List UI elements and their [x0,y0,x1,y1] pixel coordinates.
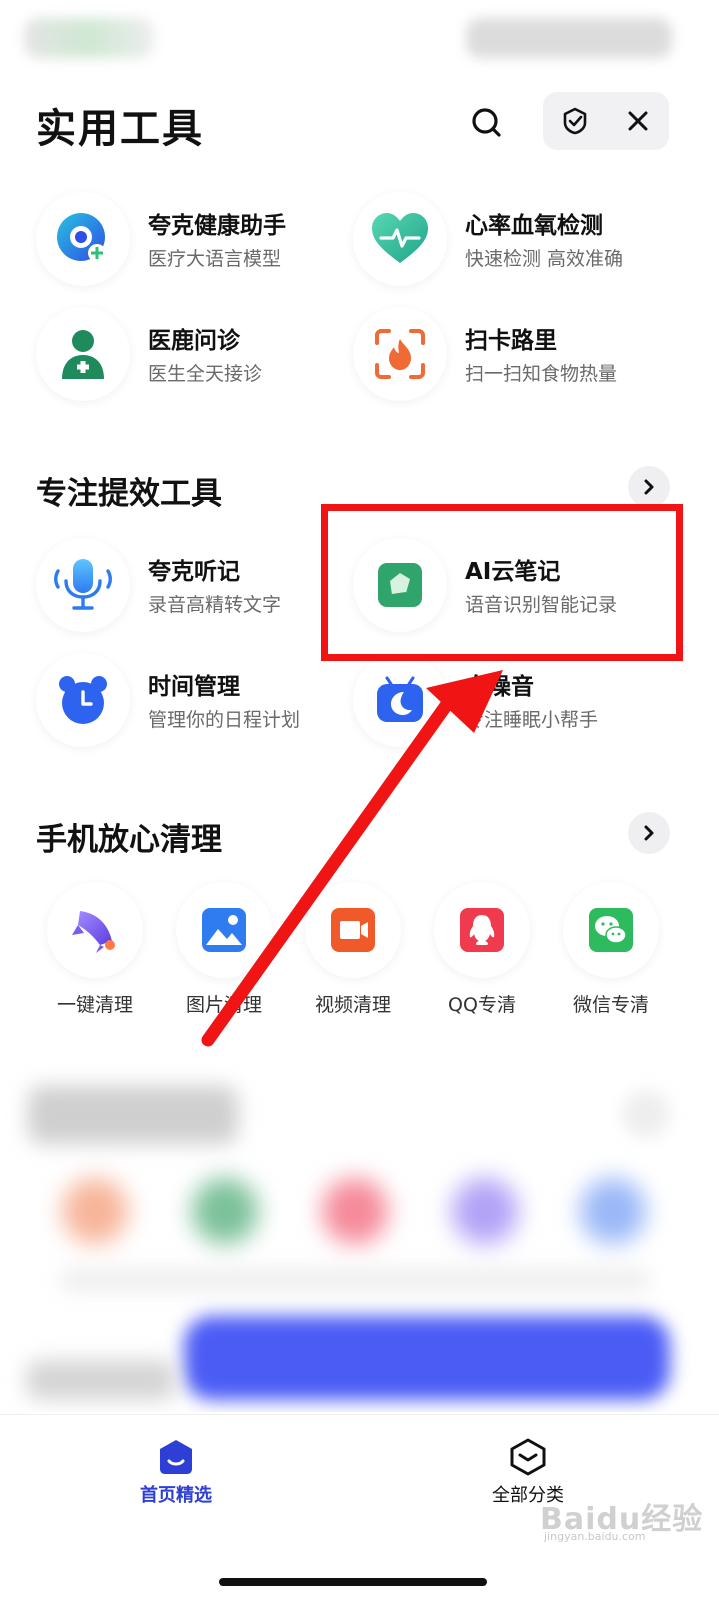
doctor-icon [62,330,104,379]
white-noise-icon [377,676,423,722]
clean-icon-wrap [47,882,143,978]
blurred-item-orange [62,1178,128,1244]
tool-desc: 医疗大语言模型 [148,248,282,270]
clean-icon-wrap [563,882,659,978]
section-title-focus: 专注提效工具 [36,476,222,512]
tool-white-noise[interactable]: 白噪音 专注睡眠小帮手 [353,653,673,753]
tool-heart-rate[interactable]: 心率血氧检测 快速检测 高效准确 [353,192,673,292]
tool-health-assistant[interactable]: 夸克健康助手 医疗大语言模型 [36,192,356,292]
tool-icon-wrap [353,538,447,632]
tool-name: 扫卡路里 [465,328,557,354]
blurred-labels [60,1270,650,1290]
blurred-more [622,1090,670,1138]
rocket-icon [72,911,115,953]
page-title: 实用工具 [36,106,204,152]
shield-check-icon [563,107,586,135]
tool-desc: 医生全天接诊 [148,363,263,385]
tool-icon-wrap [36,538,130,632]
blurred-bottom-text [26,1360,176,1400]
blurred-item-purple [452,1178,518,1244]
tab-icon-wrap [154,1435,198,1479]
tab-home[interactable]: 首页精选 [96,1435,256,1515]
focus-more-button[interactable] [628,466,670,508]
wechat-icon [589,908,633,952]
mini-app-capsule [543,92,669,150]
video-icon [331,908,375,952]
tool-time-management[interactable]: 时间管理 管理你的日程计划 [36,653,356,753]
clean-item-label: 图片清理 [185,994,262,1016]
tool-name: 白噪音 [465,674,534,700]
close-button[interactable] [606,92,669,150]
clean-item-label: 一键清理 [56,994,133,1016]
tool-name: 心率血氧检测 [465,213,603,239]
tool-icon-wrap [36,192,130,286]
tab-label: 首页精选 [140,1485,212,1506]
tool-doctor[interactable]: 医鹿问诊 医生全天接诊 [36,307,356,407]
tool-icon-wrap [353,192,447,286]
clean-icon-wrap [434,882,530,978]
clean-item-qq[interactable]: QQ专清 [429,882,539,1022]
status-bar [0,0,719,70]
category-icon [510,1438,546,1476]
baidu-watermark: Baidu经验 jingyan.baidu.com [540,1492,710,1548]
header: 实用工具 [0,88,719,154]
tool-icon-wrap [36,307,130,401]
tool-desc: 扫一扫知食物热量 [465,363,618,385]
close-icon [628,111,647,131]
tool-name: 时间管理 [148,674,240,700]
home-icon [160,1440,192,1474]
tool-icon-wrap [353,307,447,401]
status-time-blur [24,18,154,58]
tool-icon-wrap [353,653,447,747]
chevron-right-icon [644,825,654,841]
section-title-clean: 手机放心清理 [36,822,222,858]
note-icon [378,563,422,607]
tool-name: 医鹿问诊 [148,328,240,354]
blurred-item-blue [580,1178,646,1244]
clean-more-button[interactable] [628,812,670,854]
clean-item-label: QQ专清 [448,994,516,1016]
clean-item-one-key[interactable]: 一键清理 [42,882,152,1022]
health-assistant-icon [57,213,106,262]
tool-ai-notes[interactable]: AI云笔记 语音识别智能记录 [353,538,673,638]
search-icon [472,108,501,137]
tab-icon-wrap [506,1435,550,1479]
tool-desc: 专注睡眠小帮手 [465,709,599,731]
tool-calorie-scan[interactable]: 扫卡路里 扫一扫知食物热量 [353,307,673,407]
shield-button[interactable] [543,92,606,150]
image-icon [202,908,246,952]
tool-desc: 录音高精转文字 [148,594,282,616]
clean-item-images[interactable]: 图片清理 [171,882,281,1022]
blurred-banner [184,1316,670,1400]
chevron-right-icon [644,479,654,495]
blurred-content [0,1060,719,1412]
heart-rate-icon [372,213,428,263]
search-button[interactable] [466,102,506,142]
clean-item-label: 视频清理 [314,994,391,1016]
clean-icon-wrap [305,882,401,978]
tool-desc: 管理你的日程计划 [148,709,301,731]
clean-item-videos[interactable]: 视频清理 [300,882,410,1022]
calorie-scan-icon [375,329,425,379]
tool-quark-listen[interactable]: 夸克听记 录音高精转文字 [36,538,356,638]
blurred-title [28,1086,238,1144]
clean-item-label: 微信专清 [572,994,649,1016]
tool-desc: 快速检测 高效准确 [465,248,624,270]
tool-icon-wrap [36,653,130,747]
watermark-sub: jingyan.baidu.com [544,1530,646,1543]
tool-desc: 语音识别智能记录 [465,594,618,616]
alarm-clock-icon [59,676,107,724]
microphone-icon [54,559,112,610]
status-icons-blur [466,18,672,58]
tool-name: 夸克健康助手 [148,213,286,239]
clean-item-wechat[interactable]: 微信专清 [558,882,668,1022]
blurred-item-green [192,1178,258,1244]
blurred-item-red [322,1178,388,1244]
home-indicator[interactable] [219,1578,487,1586]
tool-name: 夸克听记 [148,559,240,585]
qq-icon [460,908,504,952]
tool-name: AI云笔记 [465,559,561,585]
clean-icon-wrap [176,882,272,978]
